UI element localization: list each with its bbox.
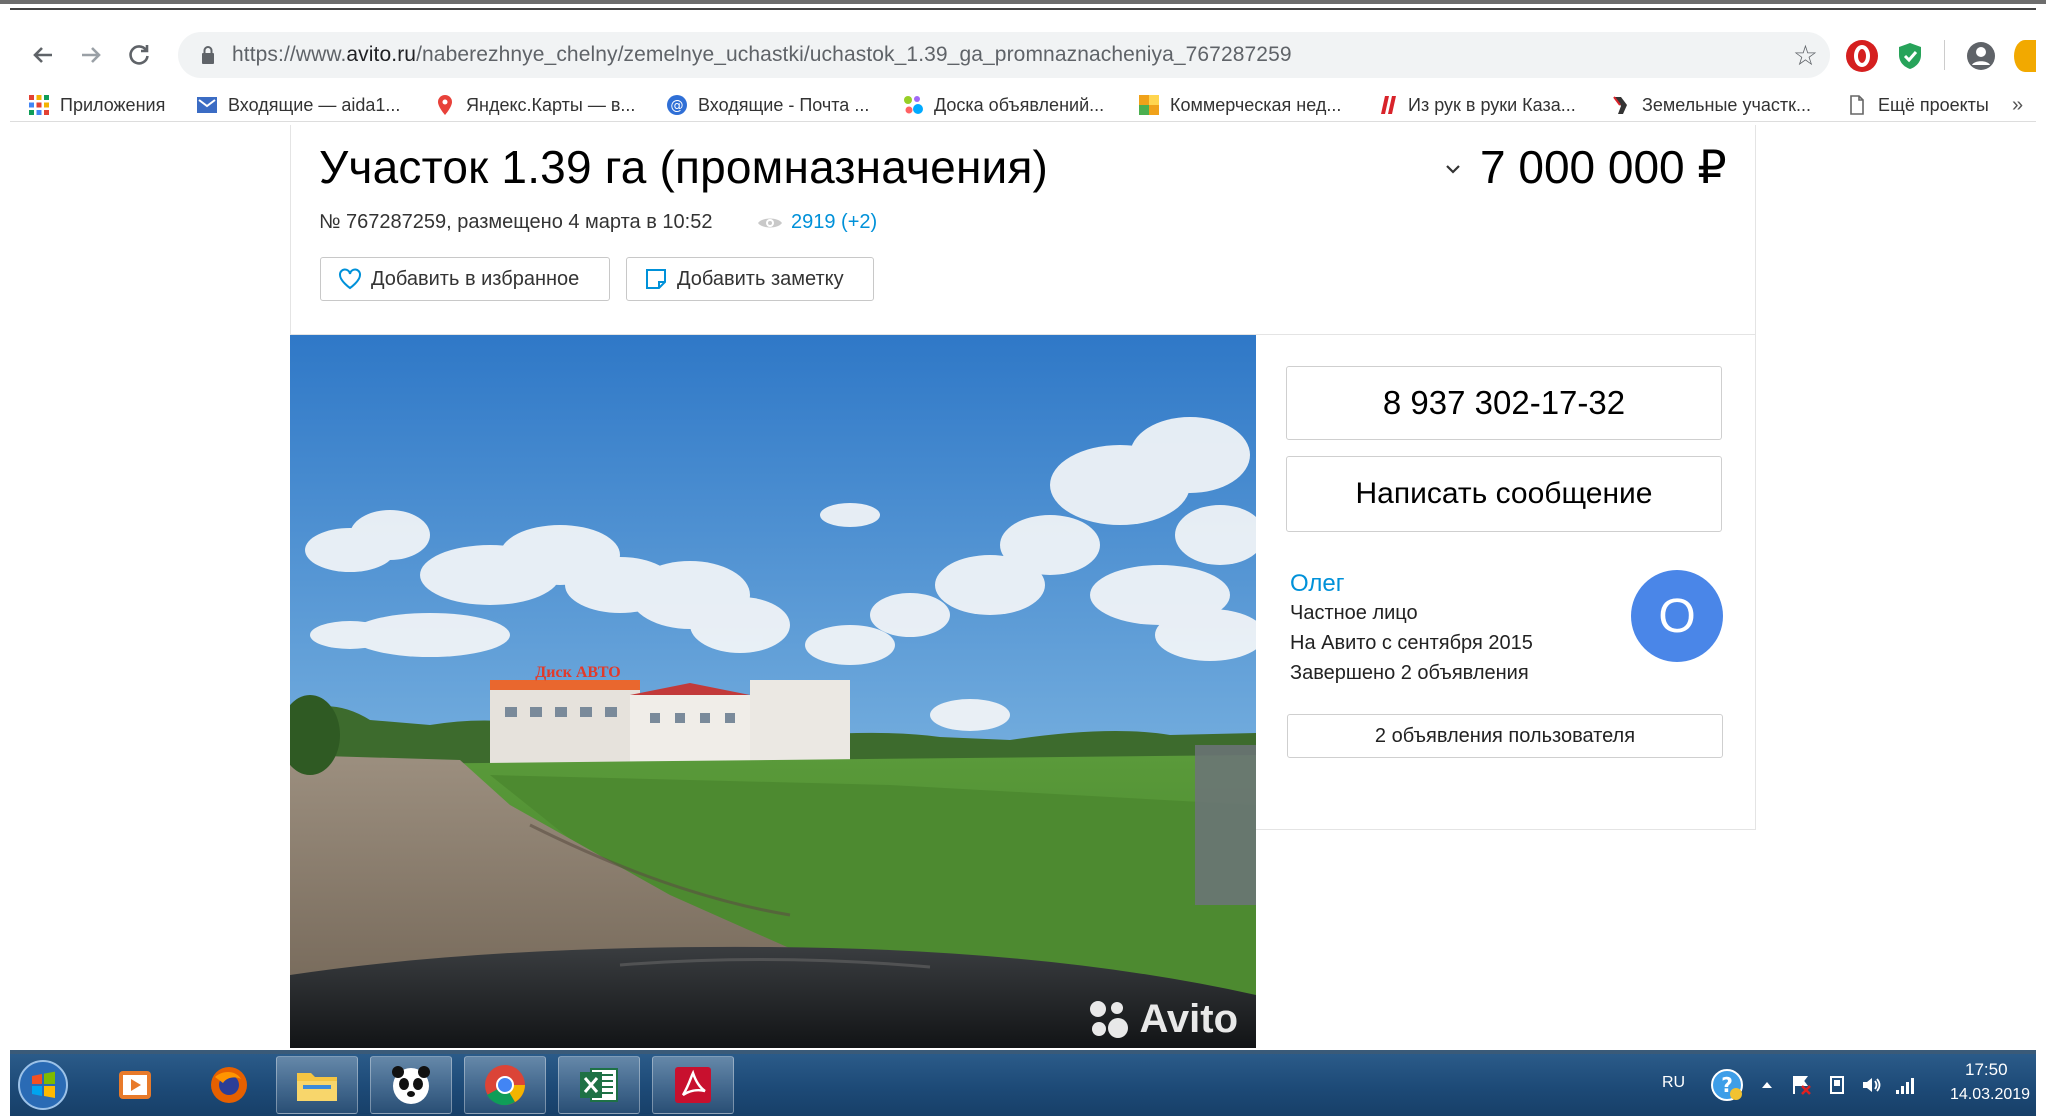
heart-icon xyxy=(339,268,361,290)
taskbar-excel[interactable] xyxy=(558,1056,640,1114)
map-pin-icon xyxy=(438,95,452,115)
document-icon xyxy=(1850,95,1864,115)
top-border xyxy=(0,0,2046,4)
taskbar-acrobat[interactable] xyxy=(652,1056,734,1114)
avito-watermark: Avito xyxy=(1087,997,1238,1042)
bookmark-land[interactable]: Земельные участк... xyxy=(1610,92,1811,118)
help-icon[interactable]: ? xyxy=(1710,1068,1744,1102)
listing-meta: № 767287259, размещено 4 марта в 10:52 xyxy=(319,211,713,233)
browser-toolbar: https://www.avito.ru/naberezhnye_chelny/… xyxy=(10,28,2036,82)
listing-price: 7 000 000 ₽ xyxy=(1480,141,1727,193)
device-icon[interactable] xyxy=(1826,1074,1848,1096)
url-text: https://www.avito.ru/naberezhnye_chelny/… xyxy=(232,43,1292,66)
opera-extension-icon[interactable] xyxy=(1846,40,1878,72)
taskbar-panda[interactable] xyxy=(370,1056,452,1114)
watermark-text: Avito xyxy=(1139,997,1238,1041)
avito-dots-icon xyxy=(904,96,923,114)
bookmark-inbox-aida[interactable]: Входящие — aida1... xyxy=(196,92,400,118)
avito-logo-icon xyxy=(1090,1000,1129,1038)
bookmark-label: Земельные участк... xyxy=(1642,94,1811,115)
bookmark-label: Входящие - Почта ... xyxy=(698,94,870,115)
bookmark-avito-board[interactable]: Доска объявлений... xyxy=(902,92,1104,118)
add-note-button[interactable]: Добавить заметку xyxy=(626,257,874,301)
write-message-button[interactable]: Написать сообщение xyxy=(1286,456,1722,532)
seller-ads-button[interactable]: 2 объявления пользователя xyxy=(1287,714,1723,758)
bookmark-label: Коммерческая нед... xyxy=(1170,94,1342,115)
bookmark-label: Доска объявлений... xyxy=(934,94,1105,115)
top-border-inner xyxy=(10,8,2036,10)
start-button[interactable] xyxy=(10,1056,76,1114)
bookmark-apps[interactable]: Приложения xyxy=(28,92,165,118)
taskbar-firefox[interactable] xyxy=(188,1056,270,1114)
taskbar-media-player[interactable] xyxy=(94,1056,176,1114)
bookmark-label: Яндекс.Карты — в... xyxy=(466,94,636,115)
land-plot-photo: Диск АВТО xyxy=(290,335,1256,1048)
media-player-icon xyxy=(119,1071,151,1099)
tray-expand-icon[interactable] xyxy=(1760,1078,1774,1092)
panda-antivirus-icon xyxy=(392,1066,430,1104)
bookmark-label: Ещё проекты xyxy=(1878,94,1989,115)
commercial-icon xyxy=(1139,95,1159,115)
clock-date[interactable]: 14.03.2019 xyxy=(1950,1086,2030,1104)
seller-since: На Авито с сентября 2015 xyxy=(1290,632,1533,654)
listing-title: Участок 1.39 га (промназначения) xyxy=(319,141,1049,193)
bookmark-irr[interactable]: Из рук в руки Каза... xyxy=(1376,92,1576,118)
listing-photo[interactable]: Диск АВТО Avito xyxy=(290,335,1256,1048)
note-icon xyxy=(646,269,666,289)
bookmark-star-icon[interactable]: ☆ xyxy=(1793,39,1818,72)
add-to-favorites-button[interactable]: Добавить в избранное xyxy=(320,257,610,301)
lock-icon xyxy=(202,46,214,64)
screen: https://www.avito.ru/naberezhnye_chelny/… xyxy=(0,0,2046,1116)
taskbar-explorer[interactable] xyxy=(276,1056,358,1114)
firefox-icon xyxy=(211,1067,247,1103)
building-sign: Диск АВТО xyxy=(535,664,620,681)
land-icon xyxy=(1613,96,1627,114)
excel-icon xyxy=(580,1068,618,1102)
bookmark-label: Входящие — aida1... xyxy=(228,94,401,115)
profile-icon[interactable] xyxy=(1965,40,1997,72)
taskbar-chrome[interactable] xyxy=(464,1056,546,1114)
svg-text:@: @ xyxy=(671,99,684,114)
mail-at-icon: @ xyxy=(667,95,687,115)
bookmarks-bar: Приложения Входящие — aida1... Яндекс.Ка… xyxy=(10,86,2036,122)
favorites-label: Добавить в избранное xyxy=(371,267,580,290)
network-signal-icon[interactable] xyxy=(1894,1074,1916,1096)
volume-icon[interactable] xyxy=(1860,1074,1882,1096)
seller-completed: Завершено 2 объявления xyxy=(1290,662,1529,684)
irr-icon xyxy=(1381,96,1396,114)
bookmark-label: Приложения xyxy=(60,94,166,115)
bookmark-yandex-maps[interactable]: Яндекс.Карты — в... xyxy=(434,92,635,118)
acrobat-icon xyxy=(675,1067,711,1103)
address-bar[interactable]: https://www.avito.ru/naberezhnye_chelny/… xyxy=(178,32,1830,78)
views-count: 2919 (+2) xyxy=(791,211,878,233)
forward-icon[interactable] xyxy=(76,40,106,70)
bookmark-commercial[interactable]: Коммерческая нед... xyxy=(1138,92,1341,118)
action-center-flag-icon[interactable] xyxy=(1790,1074,1812,1096)
bookmark-mail-inbox[interactable]: @ Входящие - Почта ... xyxy=(666,92,869,118)
note-label: Добавить заметку xyxy=(677,267,844,290)
folder-icon xyxy=(297,1073,337,1101)
clock-time[interactable]: 17:50 xyxy=(1965,1060,2008,1080)
back-icon[interactable] xyxy=(28,40,58,70)
extension-partial-icon[interactable] xyxy=(2014,40,2036,72)
reload-icon[interactable] xyxy=(124,40,154,70)
taskbar: RU ? 17:50 14.03.2019 xyxy=(10,1054,2036,1116)
seller-type: Частное лицо xyxy=(1290,602,1418,624)
chrome-icon xyxy=(485,1065,525,1106)
language-indicator[interactable]: RU xyxy=(1662,1074,1685,1092)
bookmark-label: Из рук в руки Каза... xyxy=(1408,94,1576,115)
shield-extension-icon[interactable] xyxy=(1894,40,1926,72)
windows-start-icon xyxy=(18,1060,68,1110)
phone-button[interactable]: 8 937 302-17-32 xyxy=(1286,366,1722,440)
eye-icon xyxy=(758,218,782,227)
price-dropdown-icon[interactable] xyxy=(1444,160,1462,181)
seller-avatar[interactable]: О xyxy=(1631,570,1723,662)
seller-name-link[interactable]: Олег xyxy=(1290,570,1345,598)
bookmarks-overflow-icon[interactable]: » xyxy=(2012,92,2023,118)
mail-icon xyxy=(197,97,217,113)
views-counter: 2919 (+2) xyxy=(757,211,877,234)
bookmark-more-projects[interactable]: Ещё проекты xyxy=(1846,92,1989,118)
toolbar-divider xyxy=(1944,40,1945,70)
apps-grid-icon xyxy=(29,95,49,115)
